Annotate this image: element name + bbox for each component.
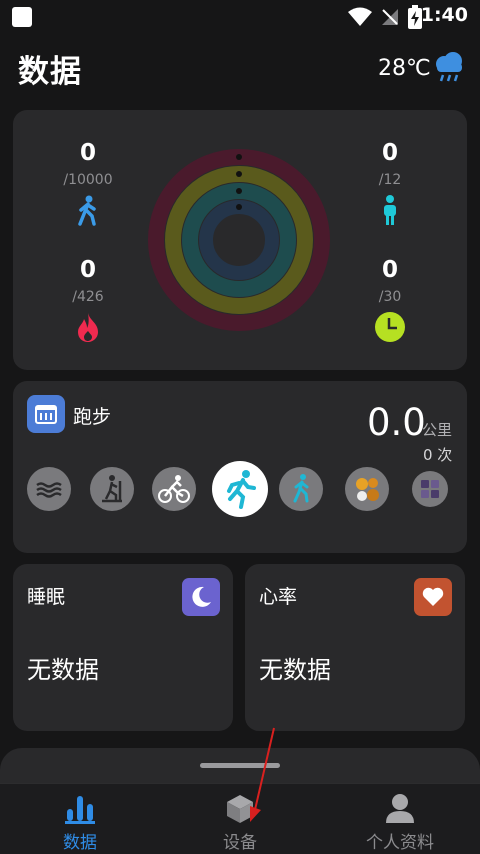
calories-goal: /426	[72, 289, 104, 305]
nav-label-data: 数据	[63, 833, 97, 853]
standing-value: 0	[381, 140, 398, 166]
heart-rate-value: 无数据	[259, 656, 331, 684]
steps-value: 0	[79, 140, 96, 166]
standing-person-icon	[384, 195, 396, 225]
steps-ring	[199, 200, 279, 280]
distance-unit: 公里	[422, 421, 453, 439]
climbing-icon	[102, 475, 122, 503]
swimming-icon	[36, 482, 62, 498]
climbing-button[interactable]	[90, 467, 134, 511]
activity-rings	[148, 149, 330, 331]
sleep-value: 无数据	[27, 656, 99, 684]
page-title: 数据	[18, 54, 82, 90]
sleep-title: 睡眠	[27, 586, 66, 608]
flame-icon	[78, 313, 98, 342]
status-time: 1:40	[420, 4, 468, 26]
heart-icon	[414, 578, 452, 616]
swimming-button[interactable]	[27, 467, 71, 511]
walking-icon	[78, 195, 96, 226]
heart-rate-card[interactable]: 心率 无数据	[245, 564, 465, 731]
steps-stat: 0 /10000	[43, 140, 133, 226]
running-button[interactable]	[212, 461, 268, 517]
status-bar: 1:40	[0, 0, 480, 34]
rain-cloud-icon	[436, 52, 462, 82]
more-sports-icon	[421, 480, 439, 498]
wifi-icon	[348, 7, 372, 26]
ball-sports-icon	[356, 478, 379, 501]
sheet-handle[interactable]	[200, 763, 280, 768]
sleep-card[interactable]: 睡眠 无数据	[13, 564, 233, 731]
nav-item-device[interactable]: 设备	[160, 784, 320, 854]
exercise-value: 0	[381, 257, 398, 283]
ring-dot	[236, 171, 242, 177]
weather-temperature: 28℃	[378, 56, 431, 81]
ring-dot	[236, 204, 242, 210]
cycling-button[interactable]	[152, 467, 196, 511]
standing-stat: 0 /12	[345, 140, 435, 226]
steps-goal: /10000	[63, 172, 113, 188]
bar-chart-icon	[65, 796, 95, 824]
nav-item-profile[interactable]: 个人资料	[320, 784, 480, 854]
calendar-icon	[27, 395, 65, 433]
bottom-nav: 数据 设备 个人资料	[0, 783, 480, 854]
nav-label-profile: 个人资料	[366, 833, 434, 853]
no-signal-icon	[382, 9, 398, 25]
nav-item-data[interactable]: 数据	[0, 784, 160, 854]
clock-icon	[375, 312, 405, 342]
ball-sports-button[interactable]	[345, 467, 389, 511]
sport-name: 跑步	[73, 406, 112, 428]
walking-button[interactable]	[279, 467, 323, 511]
cycling-icon	[158, 475, 190, 503]
exercise-goal: /30	[378, 289, 402, 305]
profile-icon	[386, 794, 414, 823]
walking-icon	[293, 474, 309, 503]
heart-rate-title: 心率	[259, 586, 298, 608]
ring-dot	[236, 154, 242, 160]
activity-card[interactable]: 0 /10000 0 /12 0 /426 0 /30	[13, 110, 467, 370]
running-icon	[227, 470, 256, 509]
standing-goal: /12	[378, 172, 402, 188]
notification-icon	[12, 7, 32, 27]
calories-stat: 0 /426	[43, 257, 133, 343]
more-sports-button[interactable]	[412, 471, 448, 507]
distance-value: 0.0	[367, 401, 426, 444]
calories-value: 0	[79, 257, 96, 283]
sport-card[interactable]: 跑步 0.0 公里 0 次	[13, 381, 467, 553]
sport-count: 0 次	[423, 446, 453, 464]
device-cube-icon	[227, 795, 253, 823]
exercise-stat: 0 /30	[345, 257, 435, 343]
nav-label-device: 设备	[223, 833, 257, 853]
moon-icon	[182, 578, 220, 616]
ring-dot	[236, 188, 242, 194]
